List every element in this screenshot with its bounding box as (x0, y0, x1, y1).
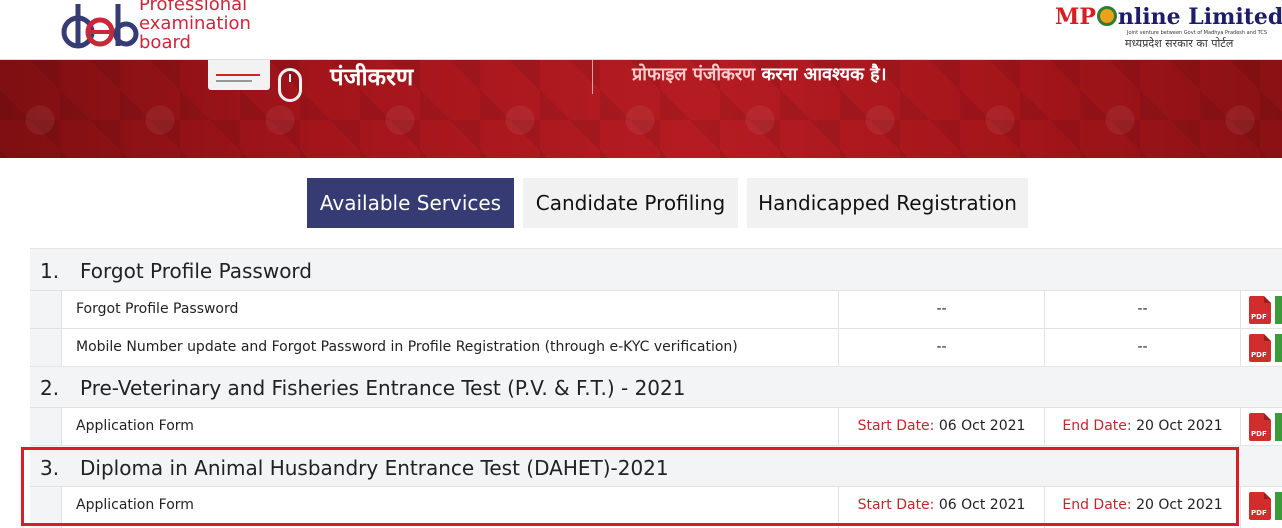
section-number: 2. (40, 376, 60, 400)
start-date-cell: -- (838, 291, 1044, 328)
start-date-value: -- (936, 301, 947, 317)
row-gutter (30, 408, 62, 445)
banner-title: पंजीकरण (330, 63, 414, 91)
spreadsheet-icon[interactable] (1275, 413, 1282, 441)
mponline-seal-icon (1096, 6, 1117, 26)
pdf-icon[interactable]: PDF (1249, 334, 1271, 362)
section-header: 2. Pre-Veterinary and Fisheries Entrance… (30, 366, 1282, 407)
download-cell: PDF (1240, 329, 1282, 366)
end-date-value: -- (1137, 339, 1148, 355)
start-date-value: -- (936, 339, 947, 355)
row-gutter (30, 291, 62, 328)
table-row: Application Form Start Date: 06 Oct 2021… (30, 407, 1282, 445)
pdf-icon-label: PDF (1251, 351, 1267, 359)
mponline-brand-prefix: MP (1055, 4, 1096, 30)
peb-logo-text: Professional examination board (139, 0, 251, 52)
spreadsheet-icon[interactable] (1275, 334, 1282, 362)
table-row: Forgot Profile Password -- -- PDF (30, 290, 1282, 328)
mponline-hindi-tagline: मध्यप्रदेश सरकार का पोर्टल (1125, 37, 1234, 50)
highlight-box (21, 447, 1239, 526)
banner-message: प्रोफाइल पंजीकरण करना आवश्यक है। (632, 62, 887, 86)
download-cell: PDF (1240, 408, 1282, 445)
pdf-icon[interactable]: PDF (1249, 296, 1271, 324)
download-cell: PDF (1240, 487, 1282, 528)
banner-message-highlight: प्रोफाइल पंजीकरण (632, 64, 756, 85)
service-link[interactable]: Mobile Number update and Forgot Password… (76, 339, 738, 355)
service-link[interactable]: Forgot Profile Password (76, 301, 238, 317)
mponline-brand-rest: nline Limited (1117, 4, 1282, 30)
peb-logo-icon[interactable] (60, 0, 140, 56)
end-date-cell: -- (1044, 329, 1240, 366)
end-date-cell: -- (1044, 291, 1240, 328)
pdf-icon-label: PDF (1251, 313, 1267, 321)
pdf-icon[interactable]: PDF (1249, 413, 1271, 441)
peb-logo-line-1: Professional (139, 0, 248, 15)
start-date-cell: -- (838, 329, 1044, 366)
tab-handicapped-registration[interactable]: Handicapped Registration (747, 178, 1028, 228)
spreadsheet-icon[interactable] (1275, 296, 1282, 324)
spreadsheet-icon[interactable] (1275, 492, 1282, 520)
start-date-value: Start Date: 06 Oct 2021 (839, 418, 1044, 434)
end-date-value: End Date: 20 Oct 2021 (1045, 418, 1240, 434)
start-date-cell: Start Date: 06 Oct 2021 (838, 408, 1044, 445)
section-header: 1. Forgot Profile Password (30, 248, 1282, 290)
tab-candidate-profiling[interactable]: Candidate Profiling (523, 178, 738, 228)
banner-message-rest: करना आवश्यक है। (761, 64, 887, 85)
peb-logo-line-3: board (139, 32, 191, 53)
section-number: 1. (40, 259, 60, 283)
row-gutter (30, 329, 62, 366)
table-row: Mobile Number update and Forgot Password… (30, 328, 1282, 366)
service-link[interactable]: Application Form (76, 418, 194, 434)
mponline-brand: MP nline Limited (1055, 4, 1282, 30)
peb-logo-line-2: examination (139, 13, 251, 34)
mponline-logo[interactable]: MP nline Limited Joint venture between Go… (1055, 4, 1282, 54)
end-date-cell: End Date: 20 Oct 2021 (1044, 408, 1240, 445)
download-cell: PDF (1240, 291, 1282, 328)
banner-divider (592, 60, 593, 94)
end-date-value: -- (1137, 301, 1148, 317)
end-date-text: 20 Oct 2021 (1136, 418, 1223, 434)
document-icon (208, 60, 270, 90)
top-header: Professional examination board MP nline L… (0, 0, 1282, 60)
start-date-label: Start Date: (857, 418, 935, 434)
mouse-icon (278, 68, 302, 102)
end-date-label: End Date: (1062, 418, 1132, 434)
pdf-icon-label: PDF (1251, 509, 1267, 517)
registration-banner: पंजीकरण प्रोफाइल पंजीकरण करना आवश्यक है। (0, 60, 1282, 158)
pdf-icon-label: PDF (1251, 430, 1267, 438)
start-date-text: 06 Oct 2021 (938, 418, 1026, 434)
tab-available-services[interactable]: Available Services (307, 178, 514, 228)
section-title: Forgot Profile Password (80, 259, 312, 283)
section-title: Pre-Veterinary and Fisheries Entrance Te… (80, 376, 686, 400)
pdf-icon[interactable]: PDF (1249, 492, 1271, 520)
